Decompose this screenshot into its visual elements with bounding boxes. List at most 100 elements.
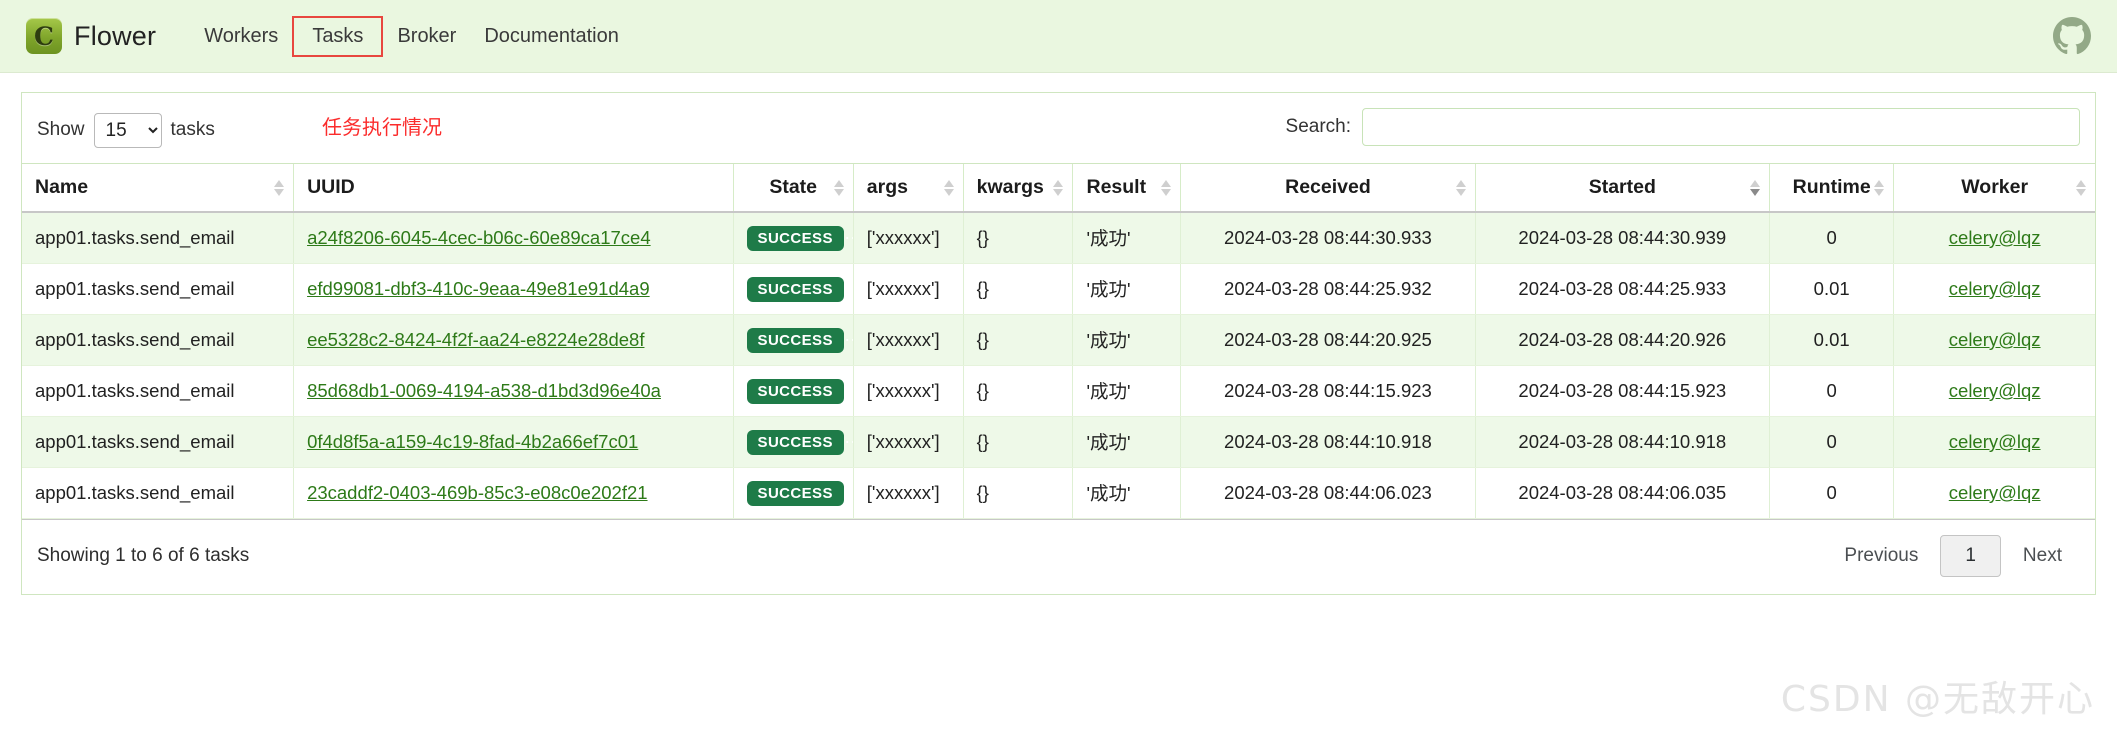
cell-started: 2024-03-28 08:44:06.035 <box>1474 467 1770 519</box>
worker-link[interactable]: celery@lqz <box>1949 227 2041 248</box>
sort-arrows-kwargs[interactable] <box>1053 179 1064 196</box>
cell-args: ['xxxxxx'] <box>852 416 964 468</box>
flower-logo-icon: C <box>26 18 62 54</box>
col-header-args-label: args <box>866 176 908 198</box>
status-badge: SUCCESS <box>746 225 844 251</box>
col-header-name[interactable]: Name <box>22 163 294 213</box>
col-header-started[interactable]: Started <box>1474 163 1770 213</box>
col-header-args[interactable]: args <box>852 163 964 213</box>
cell-result: '成功' <box>1072 416 1181 468</box>
cell-runtime: 0 <box>1768 365 1894 417</box>
cell-started: 2024-03-28 08:44:25.933 <box>1474 263 1770 315</box>
next-page-button[interactable]: Next <box>2005 536 2080 576</box>
page-length-select[interactable]: 15 30 50 100 <box>93 112 162 148</box>
uuid-link[interactable]: 23caddf2-0403-469b-85c3-e08c0e202f21 <box>307 482 647 503</box>
cell-started: 2024-03-28 08:44:20.926 <box>1474 314 1770 366</box>
uuid-link[interactable]: a24f8206-6045-4cec-b06c-60e89ca17ce4 <box>307 227 651 248</box>
cell-uuid: 85d68db1-0069-4194-a538-d1bd3d96e40a <box>293 365 734 417</box>
cell-args: ['xxxxxx'] <box>852 314 964 366</box>
page-length-group: Show 15 30 50 100 tasks <box>37 112 215 148</box>
sort-arrows-received[interactable] <box>1455 179 1466 196</box>
sort-asc-icon <box>1749 179 1760 187</box>
col-header-runtime[interactable]: Runtime <box>1768 163 1894 213</box>
cell-kwargs: {} <box>962 263 1073 315</box>
status-badge: SUCCESS <box>746 429 844 455</box>
search-group: Search: <box>1286 108 2080 146</box>
col-header-result[interactable]: Result <box>1072 163 1181 213</box>
nav-link-tasks[interactable]: Tasks <box>292 15 384 57</box>
uuid-link[interactable]: 85d68db1-0069-4194-a538-d1bd3d96e40a <box>307 380 661 401</box>
sort-desc-icon <box>1874 188 1885 196</box>
sort-desc-icon <box>1053 188 1064 196</box>
nav-links: Workers Tasks Broker Documentation <box>190 15 633 57</box>
sort-asc-icon <box>274 179 285 187</box>
watermark: CSDN @无敌开心 <box>1780 679 2095 720</box>
sort-arrows-name[interactable] <box>274 179 285 196</box>
uuid-link[interactable]: 0f4d8f5a-a159-4c19-8fad-4b2a66ef7c01 <box>307 431 638 452</box>
search-input[interactable] <box>1362 108 2080 146</box>
uuid-link[interactable]: ee5328c2-8424-4f2f-aa24-e8224e28de8f <box>307 329 644 350</box>
cell-state: SUCCESS <box>732 212 854 264</box>
cell-received: 2024-03-28 08:44:06.023 <box>1180 467 1476 519</box>
nav-link-documentation[interactable]: Documentation <box>470 16 633 57</box>
cell-state: SUCCESS <box>732 314 854 366</box>
col-header-received[interactable]: Received <box>1180 163 1476 213</box>
cell-worker: celery@lqz <box>1893 212 2095 264</box>
sort-arrows-worker[interactable] <box>2076 179 2086 196</box>
sort-arrows-result[interactable] <box>1161 179 1172 196</box>
worker-link[interactable]: celery@lqz <box>1949 431 2041 452</box>
cell-received: 2024-03-28 08:44:10.918 <box>1180 416 1476 468</box>
sort-arrows-args[interactable] <box>943 179 954 196</box>
table-row: app01.tasks.send_email efd99081-dbf3-410… <box>22 263 2095 315</box>
cell-name: app01.tasks.send_email <box>22 314 294 366</box>
sort-asc-icon <box>833 179 844 187</box>
cell-started: 2024-03-28 08:44:15.923 <box>1474 365 1770 417</box>
worker-link[interactable]: celery@lqz <box>1949 482 2041 503</box>
worker-link[interactable]: celery@lqz <box>1949 278 2041 299</box>
uuid-link[interactable]: efd99081-dbf3-410c-9eaa-49e81e91d4a9 <box>307 278 650 299</box>
page-number-button-1[interactable]: 1 <box>1940 535 2001 577</box>
cell-state: SUCCESS <box>732 263 854 315</box>
col-header-kwargs-label: kwargs <box>976 176 1044 198</box>
table-row: app01.tasks.send_email a24f8206-6045-4ce… <box>22 212 2095 264</box>
nav-link-broker[interactable]: Broker <box>383 16 470 57</box>
cell-received: 2024-03-28 08:44:25.932 <box>1180 263 1476 315</box>
worker-link[interactable]: celery@lqz <box>1949 380 2041 401</box>
tasks-table: Name UUID State args kwargs Result Recei… <box>22 163 2095 519</box>
cell-kwargs: {} <box>962 365 1073 417</box>
cell-name: app01.tasks.send_email <box>22 365 294 417</box>
cell-name: app01.tasks.send_email <box>22 212 294 264</box>
col-header-kwargs[interactable]: kwargs <box>962 163 1073 213</box>
brand[interactable]: C Flower <box>26 18 156 54</box>
sort-arrows-runtime[interactable] <box>1874 179 1885 196</box>
github-icon[interactable] <box>2053 17 2091 55</box>
sort-arrows-state[interactable] <box>833 179 844 196</box>
worker-link[interactable]: celery@lqz <box>1949 329 2041 350</box>
col-header-uuid-label: UUID <box>307 176 355 198</box>
cell-result: '成功' <box>1072 212 1181 264</box>
pagination: Previous 1 Next <box>1826 535 2080 577</box>
cell-runtime: 0.01 <box>1768 314 1894 366</box>
sort-desc-icon <box>1161 188 1172 196</box>
sort-asc-icon <box>1874 179 1885 187</box>
table-row: app01.tasks.send_email 85d68db1-0069-419… <box>22 365 2095 417</box>
col-header-uuid[interactable]: UUID <box>293 163 734 213</box>
sort-arrows-started[interactable] <box>1749 179 1760 196</box>
col-header-worker-label: Worker <box>1961 176 2029 198</box>
cell-runtime: 0 <box>1768 212 1894 264</box>
cell-state: SUCCESS <box>732 467 854 519</box>
cell-runtime: 0 <box>1768 467 1894 519</box>
col-header-result-label: Result <box>1086 176 1147 198</box>
previous-page-button[interactable]: Previous <box>1826 536 1936 576</box>
tasks-header-row: Name UUID State args kwargs Result Recei… <box>22 163 2095 213</box>
col-header-worker[interactable]: Worker <box>1893 163 2095 213</box>
cell-name: app01.tasks.send_email <box>22 263 294 315</box>
table-footer: Showing 1 to 6 of 6 tasks Previous 1 Nex… <box>22 519 2095 594</box>
cell-runtime: 0 <box>1768 416 1894 468</box>
show-label: Show <box>37 119 85 140</box>
nav-link-workers[interactable]: Workers <box>190 16 292 57</box>
tasks-label: tasks <box>170 119 215 140</box>
col-header-state[interactable]: State <box>732 163 854 213</box>
sort-asc-icon <box>1161 179 1172 187</box>
col-header-started-label: Started <box>1588 176 1656 198</box>
